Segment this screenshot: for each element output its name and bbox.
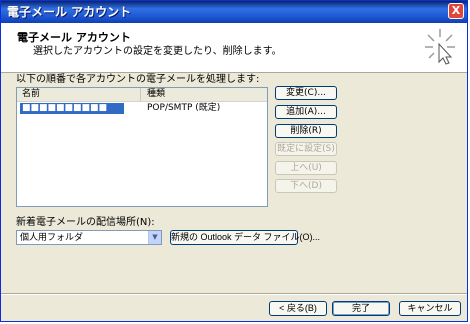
wizard-sparkle-icon: [425, 29, 455, 65]
accounts-list-label: 以下の順番で各アカウントの電子メールを処理します:: [16, 74, 260, 85]
close-icon: X: [451, 4, 461, 17]
close-button[interactable]: X: [448, 3, 464, 19]
cancel-button[interactable]: キャンセル: [399, 301, 461, 316]
wizard-header: 電子メール アカウント 選択したアカウントの設定を変更したり、削除します。: [1, 23, 467, 73]
move-up-button[interactable]: 上へ(U): [275, 161, 337, 175]
back-button[interactable]: < 戻る(B): [269, 301, 327, 316]
footer-separator: [1, 293, 467, 295]
delivery-location-select[interactable]: 個人用フォルダ ▼: [16, 230, 162, 245]
remove-button[interactable]: 削除(R): [275, 124, 337, 138]
accounts-listview[interactable]: 名前 種類 ■■■■■■■■■■ POP/SMTP (既定): [16, 87, 268, 207]
account-type: POP/SMTP (既定): [147, 103, 221, 113]
header-description: 選択したアカウントの設定を変更したり、削除します。: [33, 46, 282, 57]
move-down-button[interactable]: 下へ(D): [275, 179, 337, 193]
delivery-location-value: 個人用フォルダ: [20, 233, 84, 243]
column-header-type[interactable]: 種類: [142, 88, 267, 101]
window-title: 電子メール アカウント: [7, 5, 132, 19]
chevron-down-icon[interactable]: ▼: [148, 231, 161, 244]
change-button[interactable]: 変更(C)...: [275, 86, 337, 100]
header-title: 電子メール アカウント: [17, 31, 131, 44]
set-default-button[interactable]: 既定に設定(S): [275, 142, 337, 156]
title-bar[interactable]: 電子メール アカウント X: [1, 1, 467, 23]
account-name: ■■■■■■■■■■: [20, 103, 124, 114]
email-accounts-dialog: 電子メール アカウント X 電子メール アカウント 選択したアカウントの設定を変…: [0, 0, 468, 322]
column-header-name[interactable]: 名前: [17, 88, 141, 101]
finish-button[interactable]: 完了: [332, 301, 390, 316]
listview-header: 名前 種類: [17, 88, 267, 102]
add-button[interactable]: 追加(A)...: [275, 105, 337, 119]
delivery-location-label: 新着電子メールの配信場所(N):: [16, 217, 155, 228]
new-outlook-data-file-button[interactable]: 新規の Outlook データ ファイル(O)...: [170, 230, 320, 245]
account-row[interactable]: ■■■■■■■■■■ POP/SMTP (既定): [17, 102, 267, 115]
